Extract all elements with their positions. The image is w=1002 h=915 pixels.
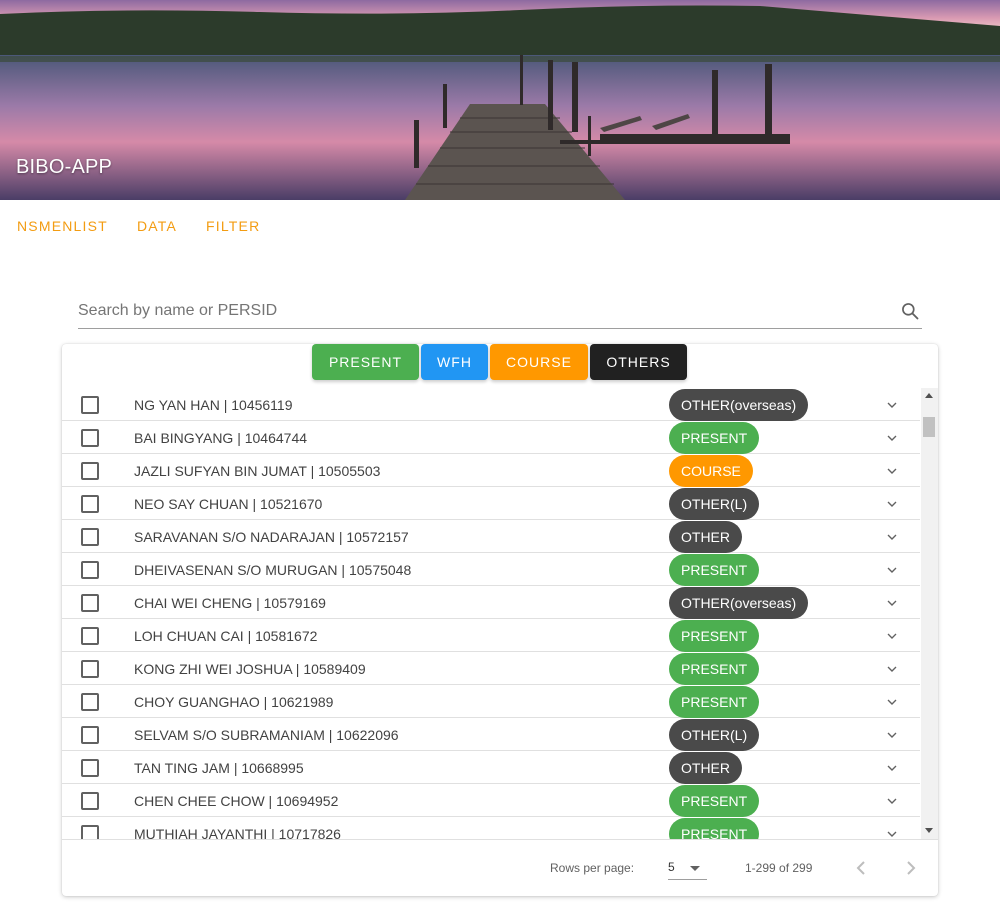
table-row[interactable]: SELVAM S/O SUBRAMANIAM | 10622096 OTHER(L… — [62, 718, 920, 751]
table-row[interactable]: MUTHIAH JAYANTHI | 10717826 PRESENT — [62, 817, 920, 839]
personnel-list: NG YAN HAN | 10456119 OTHER(overseas) BAI … — [62, 388, 938, 839]
rows-per-page-label: Rows per page: — [550, 861, 635, 875]
lake-dock-image — [0, 0, 1000, 200]
status-badge: PRESENT — [669, 686, 760, 718]
status-badge: PRESENT — [669, 818, 760, 839]
status-badge: PRESENT — [669, 554, 760, 586]
table-row[interactable]: CHEN CHEE CHOW | 10694952 PRESENT — [62, 784, 920, 817]
chevron-down-icon[interactable] — [884, 529, 900, 545]
nav-tabs: NSMENLIST DATA FILTER — [0, 200, 274, 252]
person-name-id: TAN TING JAM | 10668995 — [134, 760, 304, 776]
row-checkbox[interactable] — [81, 693, 99, 711]
chevron-down-icon[interactable] — [884, 562, 900, 578]
person-name-id: NEO SAY CHUAN | 10521670 — [134, 496, 323, 512]
table-row[interactable]: KONG ZHI WEI JOSHUA | 10589409 PRESENT — [62, 652, 920, 685]
row-checkbox[interactable] — [81, 660, 99, 678]
chevron-down-icon[interactable] — [884, 694, 900, 710]
status-badge: PRESENT — [669, 422, 760, 454]
person-name-id: CHEN CHEE CHOW | 10694952 — [134, 793, 339, 809]
status-badge: OTHER(L) — [669, 488, 760, 520]
status-badge: OTHER(overseas) — [669, 587, 809, 619]
person-name-id: KONG ZHI WEI JOSHUA | 10589409 — [134, 661, 366, 677]
row-checkbox[interactable] — [81, 726, 99, 744]
rows-per-page-select[interactable]: 5 — [668, 856, 707, 880]
table-row[interactable]: TAN TING JAM | 10668995 OTHER — [62, 751, 920, 784]
chevron-right-icon[interactable] — [899, 856, 923, 880]
chevron-down-icon[interactable] — [884, 793, 900, 809]
tab-data[interactable]: DATA — [122, 200, 191, 252]
status-badge: PRESENT — [669, 620, 760, 652]
row-checkbox[interactable] — [81, 759, 99, 777]
tab-nsmenlist[interactable]: NSMENLIST — [0, 200, 122, 252]
table-row[interactable]: NG YAN HAN | 10456119 OTHER(overseas) — [62, 388, 920, 421]
table-row[interactable]: CHOY GUANGHAO | 10621989 PRESENT — [62, 685, 920, 718]
filter-wfh-button[interactable]: WFH — [421, 344, 488, 380]
person-name-id: JAZLI SUFYAN BIN JUMAT | 10505503 — [134, 463, 381, 479]
header-banner: BIBO-APP — [0, 0, 1000, 200]
rows-per-page-value: 5 — [668, 860, 675, 874]
row-checkbox[interactable] — [81, 429, 99, 447]
person-name-id: BAI BINGYANG | 10464744 — [134, 430, 308, 446]
row-checkbox[interactable] — [81, 495, 99, 513]
person-name-id: CHAI WEI CHENG | 10579169 — [134, 595, 326, 611]
person-name-id: CHOY GUANGHAO | 10621989 — [134, 694, 334, 710]
app-title: BIBO-APP — [16, 156, 113, 178]
search-input[interactable] — [78, 296, 878, 326]
dropdown-caret-icon — [690, 866, 700, 871]
list-scrollbar[interactable] — [921, 388, 938, 839]
chevron-down-icon[interactable] — [884, 595, 900, 611]
chevron-down-icon[interactable] — [884, 628, 900, 644]
filter-present-button[interactable]: PRESENT — [312, 344, 419, 380]
filter-course-button[interactable]: COURSE — [490, 344, 588, 380]
table-row[interactable]: CHAI WEI CHENG | 10579169 OTHER(overseas) — [62, 586, 920, 619]
table-row[interactable]: LOH CHUAN CAI | 10581672 PRESENT — [62, 619, 920, 652]
scroll-thumb[interactable] — [923, 417, 935, 437]
status-badge: PRESENT — [669, 653, 760, 685]
scroll-up-arrow[interactable] — [925, 393, 933, 398]
row-checkbox[interactable] — [81, 396, 99, 414]
table-row[interactable]: JAZLI SUFYAN BIN JUMAT | 10505503 COURSE — [62, 454, 920, 487]
person-name-id: LOH CHUAN CAI | 10581672 — [134, 628, 318, 644]
table-row[interactable]: SARAVANAN S/O NADARAJAN | 10572157 OTHER — [62, 520, 920, 553]
search-icon[interactable] — [900, 301, 920, 321]
table-row[interactable]: NEO SAY CHUAN | 10521670 OTHER(L) — [62, 487, 920, 520]
chevron-down-icon[interactable] — [884, 826, 900, 839]
row-checkbox[interactable] — [81, 627, 99, 645]
chevron-down-icon[interactable] — [884, 397, 900, 413]
row-checkbox[interactable] — [81, 462, 99, 480]
person-name-id: DHEIVASENAN S/O MURUGAN | 10575048 — [134, 562, 412, 578]
status-badge: OTHER — [669, 521, 742, 553]
status-badge: OTHER(L) — [669, 719, 760, 751]
personnel-table-card: PRESENT WFH COURSE OTHERS NG YAN HAN | 1… — [62, 344, 938, 896]
chevron-down-icon[interactable] — [884, 727, 900, 743]
chevron-down-icon[interactable] — [884, 760, 900, 776]
table-pagination: Rows per page: 5 1-299 of 299 — [62, 839, 938, 896]
status-filter-group: PRESENT WFH COURSE OTHERS — [312, 344, 687, 380]
row-checkbox[interactable] — [81, 528, 99, 546]
row-checkbox[interactable] — [81, 594, 99, 612]
chevron-left-icon[interactable] — [849, 856, 873, 880]
status-badge: OTHER(overseas) — [669, 389, 809, 421]
chevron-down-icon[interactable] — [884, 430, 900, 446]
tab-filter[interactable]: FILTER — [191, 200, 274, 252]
person-name-id: NG YAN HAN | 10456119 — [134, 397, 293, 413]
status-badge: OTHER — [669, 752, 742, 784]
page-range: 1-299 of 299 — [745, 861, 813, 875]
person-name-id: SARAVANAN S/O NADARAJAN | 10572157 — [134, 529, 409, 545]
chevron-down-icon[interactable] — [884, 661, 900, 677]
row-checkbox[interactable] — [81, 792, 99, 810]
table-row[interactable]: BAI BINGYANG | 10464744 PRESENT — [62, 421, 920, 454]
person-name-id: SELVAM S/O SUBRAMANIAM | 10622096 — [134, 727, 399, 743]
row-checkbox[interactable] — [81, 561, 99, 579]
status-badge: COURSE — [669, 455, 753, 487]
scroll-down-arrow[interactable] — [925, 828, 933, 833]
person-name-id: MUTHIAH JAYANTHI | 10717826 — [134, 826, 341, 839]
chevron-down-icon[interactable] — [884, 463, 900, 479]
search-bar — [78, 296, 922, 329]
status-badge: PRESENT — [669, 785, 760, 817]
filter-others-button[interactable]: OTHERS — [590, 344, 687, 380]
row-checkbox[interactable] — [81, 825, 99, 839]
table-row[interactable]: DHEIVASENAN S/O MURUGAN | 10575048 PRESEN… — [62, 553, 920, 586]
chevron-down-icon[interactable] — [884, 496, 900, 512]
